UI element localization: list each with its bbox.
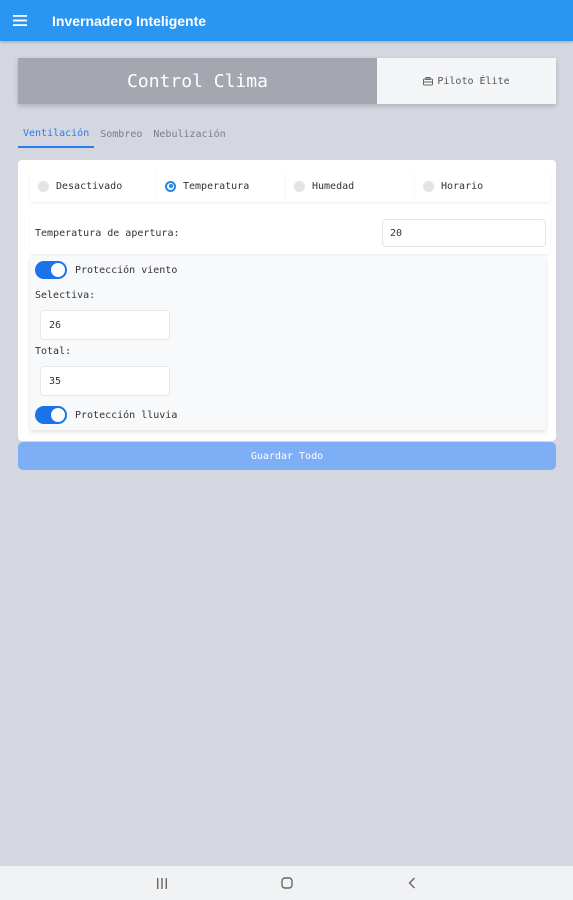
radio-desactivado[interactable]: Desactivado: [30, 170, 157, 202]
system-nav-bar: [0, 866, 573, 900]
radio-temperatura[interactable]: Temperatura: [157, 170, 286, 202]
mode-radio-group: Desactivado Temperatura Humedad Horario: [30, 170, 550, 202]
radio-humedad[interactable]: Humedad: [286, 170, 415, 202]
rain-protection-toggle[interactable]: [35, 406, 67, 424]
pilot-elite-label: Piloto Élite: [437, 75, 510, 87]
radio-label: Desactivado: [56, 180, 123, 192]
home-icon[interactable]: [267, 866, 307, 900]
back-icon[interactable]: [392, 866, 432, 900]
selective-input[interactable]: [40, 310, 170, 340]
wind-toggle-row: Protección viento: [35, 260, 177, 280]
pilot-elite-button[interactable]: Piloto Élite: [377, 58, 556, 104]
ventilation-card: Desactivado Temperatura Humedad Horario …: [18, 160, 556, 441]
selective-label: Selectiva:: [35, 290, 96, 301]
radio-dot: [423, 180, 434, 192]
temperature-input[interactable]: [382, 219, 546, 247]
radio-horario[interactable]: Horario: [415, 170, 550, 202]
radio-dot-selected: [165, 180, 176, 192]
radio-label: Horario: [441, 180, 484, 192]
tab-bar: Ventilación Sombreo Nebulización: [18, 120, 232, 148]
wind-protection-panel: Protección viento Selectiva: Total: Prot…: [30, 256, 546, 430]
app-title: Invernadero Inteligente: [52, 12, 207, 29]
save-all-button[interactable]: Guardar Todo: [18, 442, 556, 470]
toggle-knob: [51, 263, 65, 277]
tab-sombreo[interactable]: Sombreo: [95, 120, 147, 148]
temperature-label: Temperatura de apertura:: [35, 227, 180, 239]
rain-toggle-row: Protección lluvia: [35, 405, 177, 425]
app-bar: Invernadero Inteligente: [0, 0, 573, 41]
page-title: Control Clima: [18, 58, 377, 104]
tab-nebulizacion[interactable]: Nebulización: [148, 120, 230, 148]
climate-header: Control Clima Piloto Élite: [18, 58, 556, 104]
radio-dot: [294, 180, 305, 192]
tab-ventilacion[interactable]: Ventilación: [18, 120, 95, 148]
menu-icon[interactable]: [0, 0, 40, 41]
radio-dot: [38, 180, 49, 192]
radio-label: Temperatura: [183, 180, 250, 192]
wind-protection-toggle[interactable]: [35, 261, 67, 279]
total-label: Total:: [35, 346, 72, 357]
pilot-icon: [423, 76, 434, 85]
total-input[interactable]: [40, 366, 170, 396]
wind-protection-label: Protección viento: [75, 264, 178, 276]
recent-apps-icon[interactable]: [142, 866, 182, 900]
radio-label: Humedad: [312, 180, 355, 192]
temperature-row: Temperatura de apertura:: [30, 212, 550, 254]
toggle-knob: [51, 408, 65, 422]
rain-protection-label: Protección lluvia: [75, 409, 178, 421]
